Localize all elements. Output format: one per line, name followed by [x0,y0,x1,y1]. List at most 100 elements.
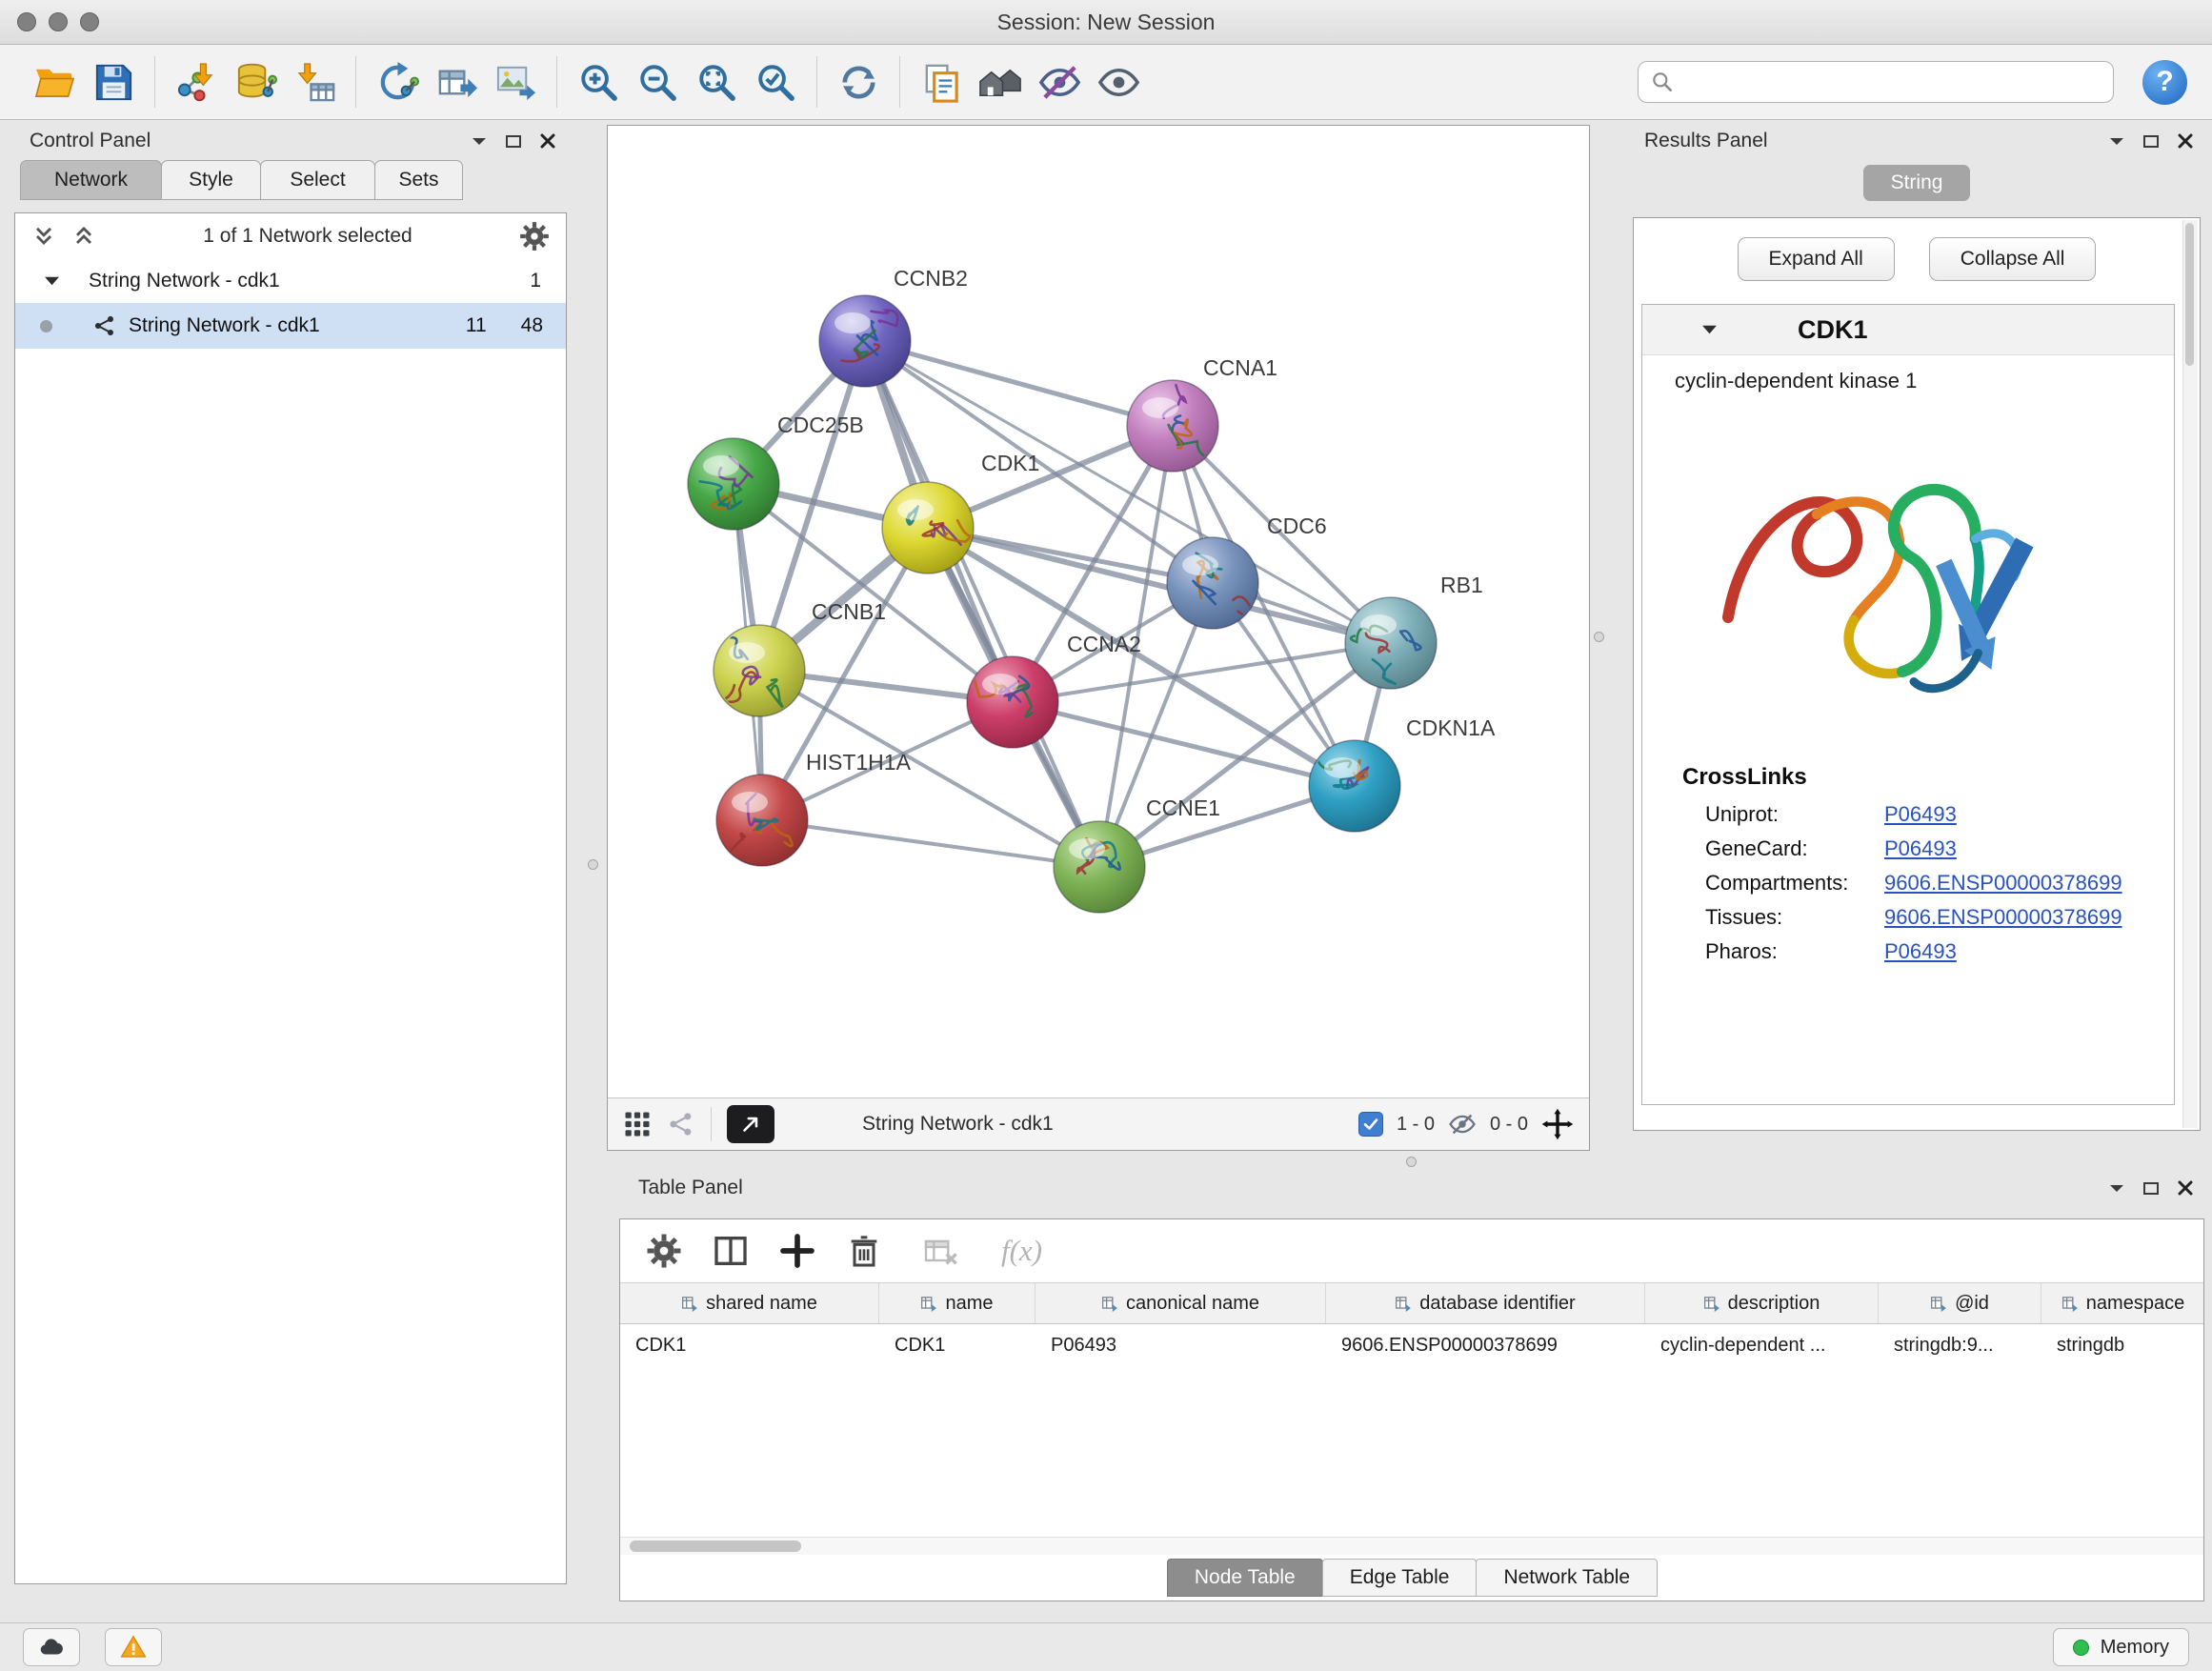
results-scrollbar-thumb[interactable] [2185,223,2194,366]
search-input[interactable] [1682,70,2101,94]
crosslink-pharos-link[interactable]: P06493 [1884,939,1957,964]
panel-float-icon[interactable] [506,135,521,148]
network-node-CDKN1A[interactable]: CDKN1A [1309,715,1496,832]
cell-namespace[interactable]: stringdb [2041,1335,2205,1357]
show-columns-icon[interactable] [712,1232,750,1270]
splitter-bottom[interactable] [1406,1157,1417,1167]
collapse-all-button[interactable]: Collapse All [1929,237,2097,281]
network-node-CCNB1[interactable]: CCNB1 [714,599,886,716]
apply-layout-button[interactable] [829,50,888,113]
cell--id[interactable]: stringdb:9... [1879,1335,2041,1357]
birdseye-button[interactable] [727,1105,774,1143]
tab-edge-table[interactable]: Edge Table [1322,1559,1478,1597]
expand-all-icon[interactable] [30,223,57,250]
column-header-database-identifier[interactable]: database identifier [1326,1283,1645,1323]
panel-menu-icon[interactable] [472,136,487,146]
table-settings-gear-icon[interactable] [645,1232,683,1270]
panel-menu-icon[interactable] [2109,1183,2124,1193]
hide-graphics-button[interactable] [1030,50,1089,113]
tab-select[interactable]: Select [260,160,375,200]
pan-crosshair-icon[interactable] [1541,1108,1574,1140]
column-header-canonical-name[interactable]: canonical name [1036,1283,1326,1323]
import-network-file-button[interactable] [167,50,226,113]
network-node-HIST1H1A[interactable]: HIST1H1A [716,750,912,866]
panel-menu-icon[interactable] [2109,136,2124,146]
gear-icon[interactable] [518,220,551,252]
crosslink-uniprot-link[interactable]: P06493 [1884,802,1957,827]
import-table-button[interactable] [285,50,344,113]
edge-CCNB2-CCNE1[interactable] [865,341,1099,867]
share-view-icon[interactable] [667,1110,695,1138]
cell-shared-name[interactable]: CDK1 [620,1335,879,1357]
zoom-in-button[interactable] [569,50,628,113]
network-node-CCNB2[interactable]: CCNB2 [819,266,968,387]
table-hscrollbar[interactable] [620,1537,2203,1555]
help-button[interactable]: ? [2142,60,2187,105]
network-row-selected[interactable]: String Network - cdk1 11 48 [15,303,566,349]
splitter-right[interactable] [1594,632,1604,642]
results-scrollbar[interactable] [2182,220,2198,1128]
splitter-left[interactable] [588,859,598,870]
cell-database-identifier[interactable]: 9606.ENSP00000378699 [1326,1335,1645,1357]
panel-close-icon[interactable] [2178,133,2193,149]
zoom-selected-button[interactable] [746,50,805,113]
column-header-description[interactable]: description [1645,1283,1879,1323]
delete-column-icon[interactable] [845,1232,883,1270]
grid-view-icon[interactable] [623,1110,652,1138]
search-field[interactable] [1638,61,2114,103]
clone-network-button[interactable] [368,50,427,113]
table-hscrollbar-thumb[interactable] [630,1540,801,1552]
cell-description[interactable]: cyclin-dependent ... [1645,1335,1879,1357]
import-network-database-button[interactable] [226,50,285,113]
table-row[interactable]: CDK1CDK1P064939606.ENSP00000378699cyclin… [620,1324,2203,1366]
tab-network-table[interactable]: Network Table [1476,1559,1658,1597]
crosslink-genecard-link[interactable]: P06493 [1884,836,1957,861]
column-header-name[interactable]: name [879,1283,1036,1323]
network-node-RB1[interactable]: RB1 [1345,573,1483,689]
cloud-status-button[interactable] [23,1628,80,1666]
network-node-CCNA1[interactable]: CCNA1 [1127,355,1277,472]
tree-expander-icon[interactable] [44,275,60,287]
home-view-button[interactable] [971,50,1030,113]
gene-expander-icon[interactable] [1701,324,1718,335]
network-node-CCNE1[interactable]: CCNE1 [1054,795,1220,913]
expand-all-button[interactable]: Expand All [1738,237,1895,281]
network-canvas[interactable]: CCNB2CCNA1CDC25BCDK1CDC6RB1CCNB1CCNA2CDK… [608,126,1589,1097]
show-graphics-button[interactable] [1089,50,1148,113]
cell-canonical-name[interactable]: P06493 [1036,1335,1326,1357]
panel-float-icon[interactable] [2143,1182,2159,1195]
column-header-namespace[interactable]: namespace [2041,1283,2203,1323]
cell-name[interactable]: CDK1 [879,1335,1036,1357]
network-graph[interactable]: CCNB2CCNA1CDC25BCDK1CDC6RB1CCNB1CCNA2CDK… [608,126,1589,1097]
edge-CCNB2-CCNA1[interactable] [865,341,1173,426]
new-table-button[interactable] [427,50,486,113]
column-header--id[interactable]: @id [1879,1283,2041,1323]
hidden-eye-icon[interactable] [1448,1110,1477,1138]
tab-style[interactable]: Style [161,160,261,200]
panel-close-icon[interactable] [2178,1180,2193,1196]
network-collection-row[interactable]: String Network - cdk1 1 [15,259,566,303]
crosslink-tissues-link[interactable]: 9606.ENSP00000378699 [1884,905,2122,930]
tab-node-table[interactable]: Node Table [1167,1559,1323,1597]
zoom-out-button[interactable] [628,50,687,113]
panel-float-icon[interactable] [2143,135,2159,148]
add-column-icon[interactable] [778,1232,816,1270]
panel-close-icon[interactable] [540,133,555,149]
export-image-button[interactable] [486,50,545,113]
tab-sets[interactable]: Sets [374,160,463,200]
open-session-button[interactable] [25,50,84,113]
network-node-CDC25B[interactable]: CDC25B [688,413,864,530]
memory-button[interactable]: Memory [2053,1628,2189,1666]
selected-checkbox-icon[interactable] [1358,1112,1383,1137]
collapse-all-icon[interactable] [70,223,97,250]
save-session-button[interactable] [84,50,143,113]
copy-button[interactable] [912,50,971,113]
gene-header[interactable]: CDK1 [1642,305,2174,355]
tab-string[interactable]: String [1863,165,1970,201]
warnings-button[interactable] [105,1628,162,1666]
column-header-shared-name[interactable]: shared name [620,1283,879,1323]
tab-network[interactable]: Network [20,160,162,200]
zoom-fit-button[interactable] [687,50,746,113]
crosslink-compartments-link[interactable]: 9606.ENSP00000378699 [1884,871,2122,896]
edge-CCNE1-HIST1H1A[interactable] [762,820,1099,867]
